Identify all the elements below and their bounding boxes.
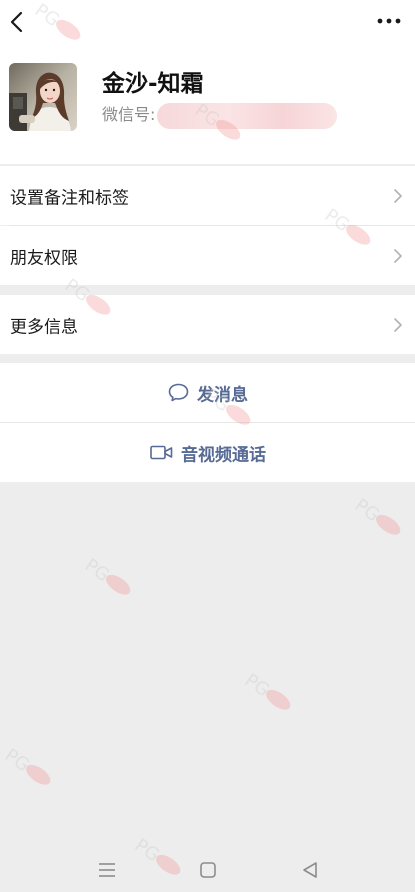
- more-dots-icon: [377, 18, 401, 24]
- avatar-photo-icon: [9, 63, 77, 131]
- video-camera-icon: [149, 445, 172, 460]
- contact-nickname: 金沙-知霜: [102, 71, 204, 97]
- svg-text:PG: PG: [1, 745, 33, 776]
- svg-text:PG: PG: [241, 670, 273, 701]
- watermark-logo: PG: [81, 555, 131, 595]
- more-button[interactable]: [375, 10, 403, 32]
- send-message-button[interactable]: 发消息: [0, 363, 415, 422]
- video-call-label: 音视频通话: [181, 445, 266, 465]
- back-triangle-icon: [303, 862, 317, 878]
- chevron-left-icon: [10, 11, 23, 33]
- svg-text:PG: PG: [351, 495, 383, 526]
- chevron-right-icon: [394, 248, 402, 263]
- wechat-id-label: 微信号:: [102, 105, 156, 124]
- back-button[interactable]: [6, 8, 30, 36]
- nav-back-button[interactable]: [298, 858, 322, 882]
- menu-lines-icon: [99, 863, 115, 877]
- row-label-friend-permissions: 朋友权限: [10, 248, 78, 268]
- top-bar: [0, 0, 415, 44]
- watermark-logo: PG: [351, 495, 401, 535]
- nav-home-button[interactable]: [196, 858, 220, 882]
- watermark-logo: PG: [241, 670, 291, 710]
- svg-text:PG: PG: [81, 555, 113, 586]
- nav-menu-button[interactable]: [95, 858, 119, 882]
- row-remarks-and-tags[interactable]: 设置备注和标签: [0, 166, 415, 225]
- video-call-button[interactable]: 音视频通话: [0, 423, 415, 482]
- avatar[interactable]: [9, 63, 77, 131]
- row-more-info[interactable]: 更多信息: [0, 295, 415, 354]
- row-label-remarks-and-tags: 设置备注和标签: [10, 188, 129, 208]
- home-square-icon: [200, 862, 216, 878]
- wechat-id-value-redacted: [157, 102, 338, 129]
- chat-bubble-icon: [168, 383, 188, 402]
- system-nav-bar: [0, 848, 415, 892]
- send-message-label: 发消息: [197, 385, 248, 405]
- chevron-right-icon: [394, 317, 402, 332]
- chevron-right-icon: [394, 188, 402, 203]
- wechat-id: 微信号:: [102, 101, 338, 129]
- profile-card: 金沙-知霜 微信号:: [0, 44, 415, 164]
- row-label-more-info: 更多信息: [10, 317, 78, 337]
- watermark-logo: PG: [1, 745, 51, 785]
- row-friend-permissions[interactable]: 朋友权限: [0, 226, 415, 285]
